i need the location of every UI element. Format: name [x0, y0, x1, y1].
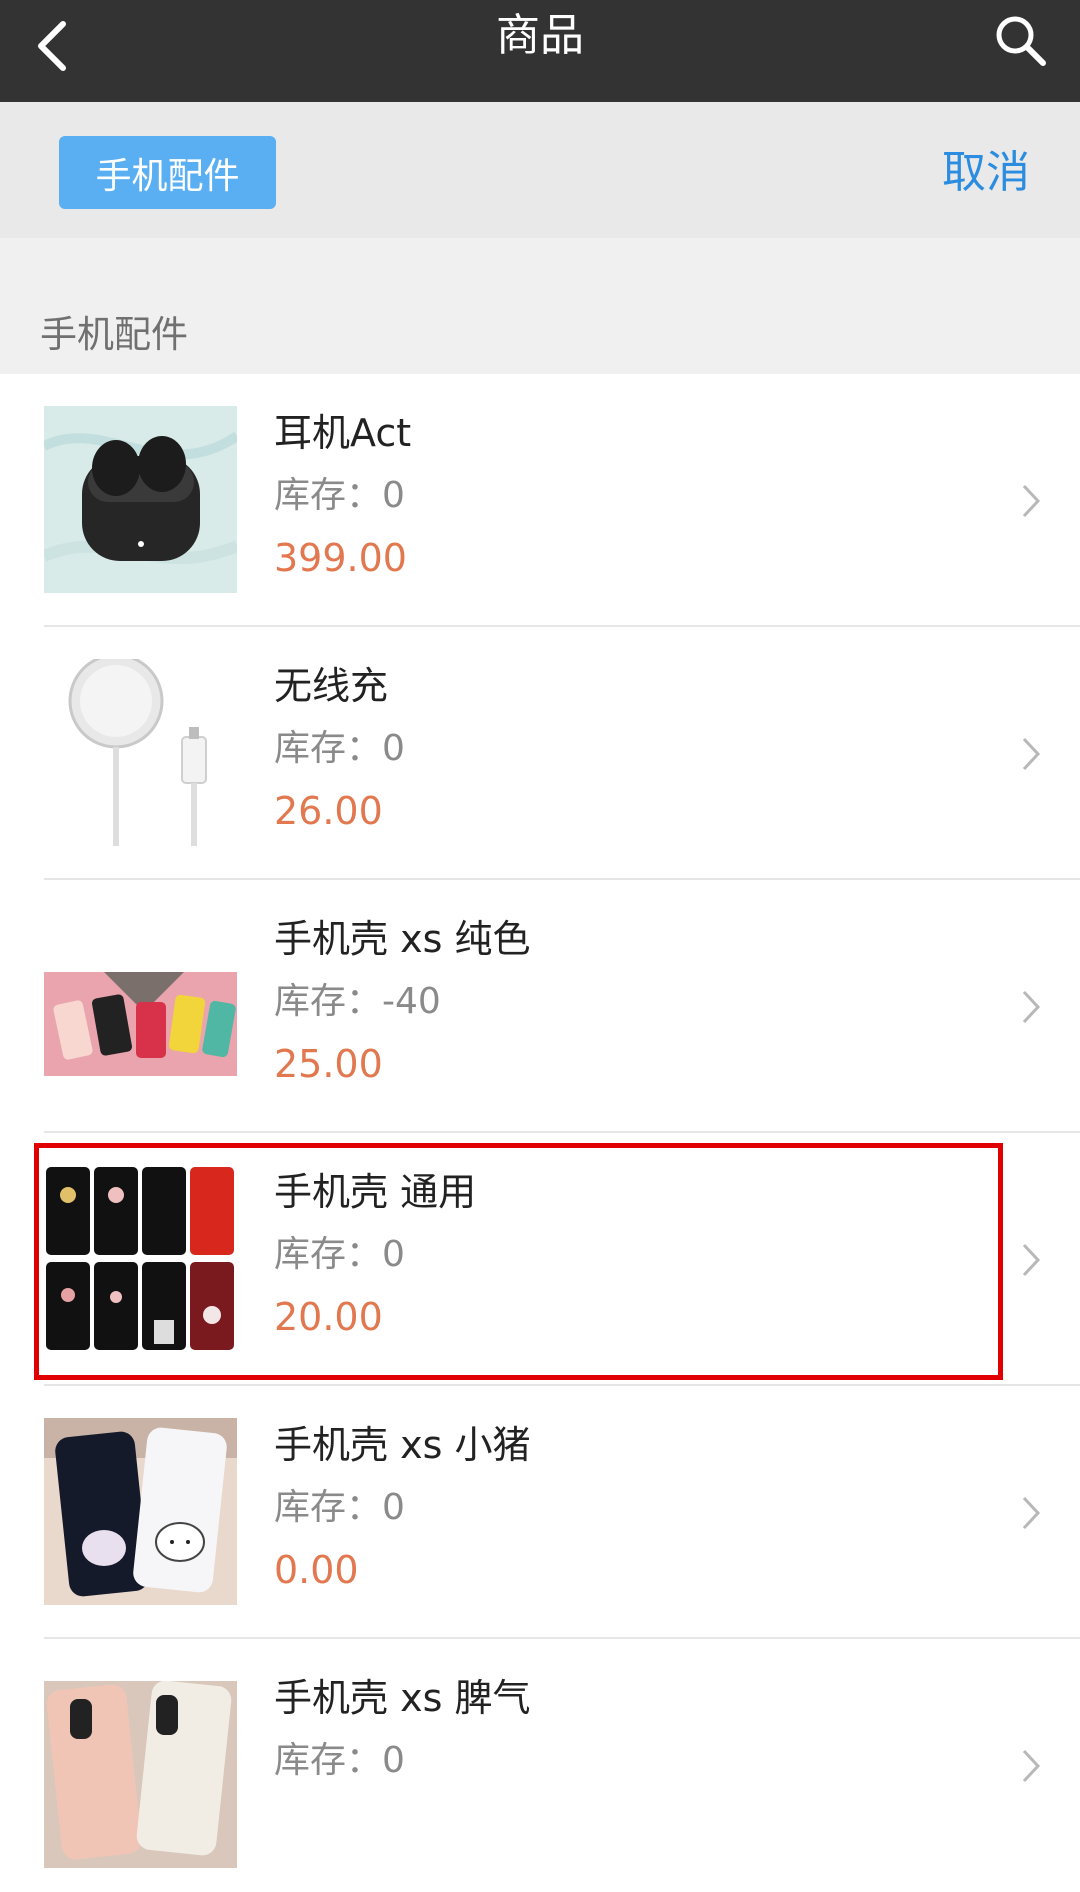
product-item[interactable]: 手机壳 通用 库存：0 20.00 — [0, 1133, 1080, 1386]
product-price: 26.00 — [274, 789, 383, 833]
temper-cases-image — [44, 1681, 237, 1868]
category-filter-chip[interactable]: 手机配件 — [59, 136, 276, 209]
product-item[interactable]: 手机壳 xs 纯色 库存：-40 25.00 — [0, 880, 1080, 1133]
product-price: 25.00 — [274, 1042, 383, 1086]
top-nav-bar: 商品 — [0, 0, 1080, 102]
product-item[interactable]: 手机壳 xs 小猪 库存：0 0.00 — [0, 1386, 1080, 1639]
solid-color-cases-image — [44, 912, 237, 1099]
chevron-right-icon — [1022, 484, 1041, 518]
earbuds-image — [44, 406, 237, 593]
chevron-right-icon — [1022, 737, 1041, 771]
product-stock: 库存：0 — [274, 1234, 405, 1275]
product-price: 399.00 — [274, 536, 407, 580]
wireless-charger-image — [44, 659, 237, 846]
product-name: 手机壳 通用 — [274, 1170, 477, 1214]
product-item[interactable]: 无线充 库存：0 26.00 — [0, 627, 1080, 880]
product-stock: 库存：0 — [274, 728, 405, 769]
product-name: 手机壳 xs 脾气 — [274, 1676, 531, 1720]
search-icon — [996, 16, 1046, 66]
filter-bar: 手机配件 取消 — [0, 102, 1080, 238]
product-price: 20.00 — [274, 1295, 383, 1339]
product-stock: 库存：0 — [274, 1740, 405, 1781]
section-title: 手机配件 — [40, 313, 188, 356]
product-item[interactable]: 耳机Act 库存：0 399.00 — [0, 374, 1080, 627]
product-price: 0.00 — [274, 1548, 359, 1592]
product-list: 耳机Act 库存：0 399.00 无线充 库存：0 26.00 手机壳 xs … — [0, 374, 1080, 1892]
product-stock: 库存：0 — [274, 1487, 405, 1528]
page-title: 商品 — [496, 10, 584, 61]
product-name: 手机壳 xs 纯色 — [274, 917, 531, 961]
piglet-cases-image — [44, 1418, 237, 1605]
section-header: 手机配件 — [0, 238, 1080, 374]
chevron-right-icon — [1022, 1243, 1041, 1277]
chevron-right-icon — [1022, 990, 1041, 1024]
product-name: 手机壳 xs 小猪 — [274, 1423, 531, 1467]
cancel-button[interactable]: 取消 — [942, 136, 1030, 209]
universal-cases-image — [44, 1165, 237, 1352]
product-stock: 库存：-40 — [274, 981, 441, 1022]
product-stock: 库存：0 — [274, 475, 405, 516]
product-name: 耳机Act — [274, 411, 412, 455]
product-item[interactable]: 手机壳 xs 脾气 库存：0 — [0, 1639, 1080, 1892]
search-button[interactable] — [988, 8, 1052, 72]
product-name: 无线充 — [274, 664, 389, 708]
chevron-right-icon — [1022, 1496, 1041, 1530]
